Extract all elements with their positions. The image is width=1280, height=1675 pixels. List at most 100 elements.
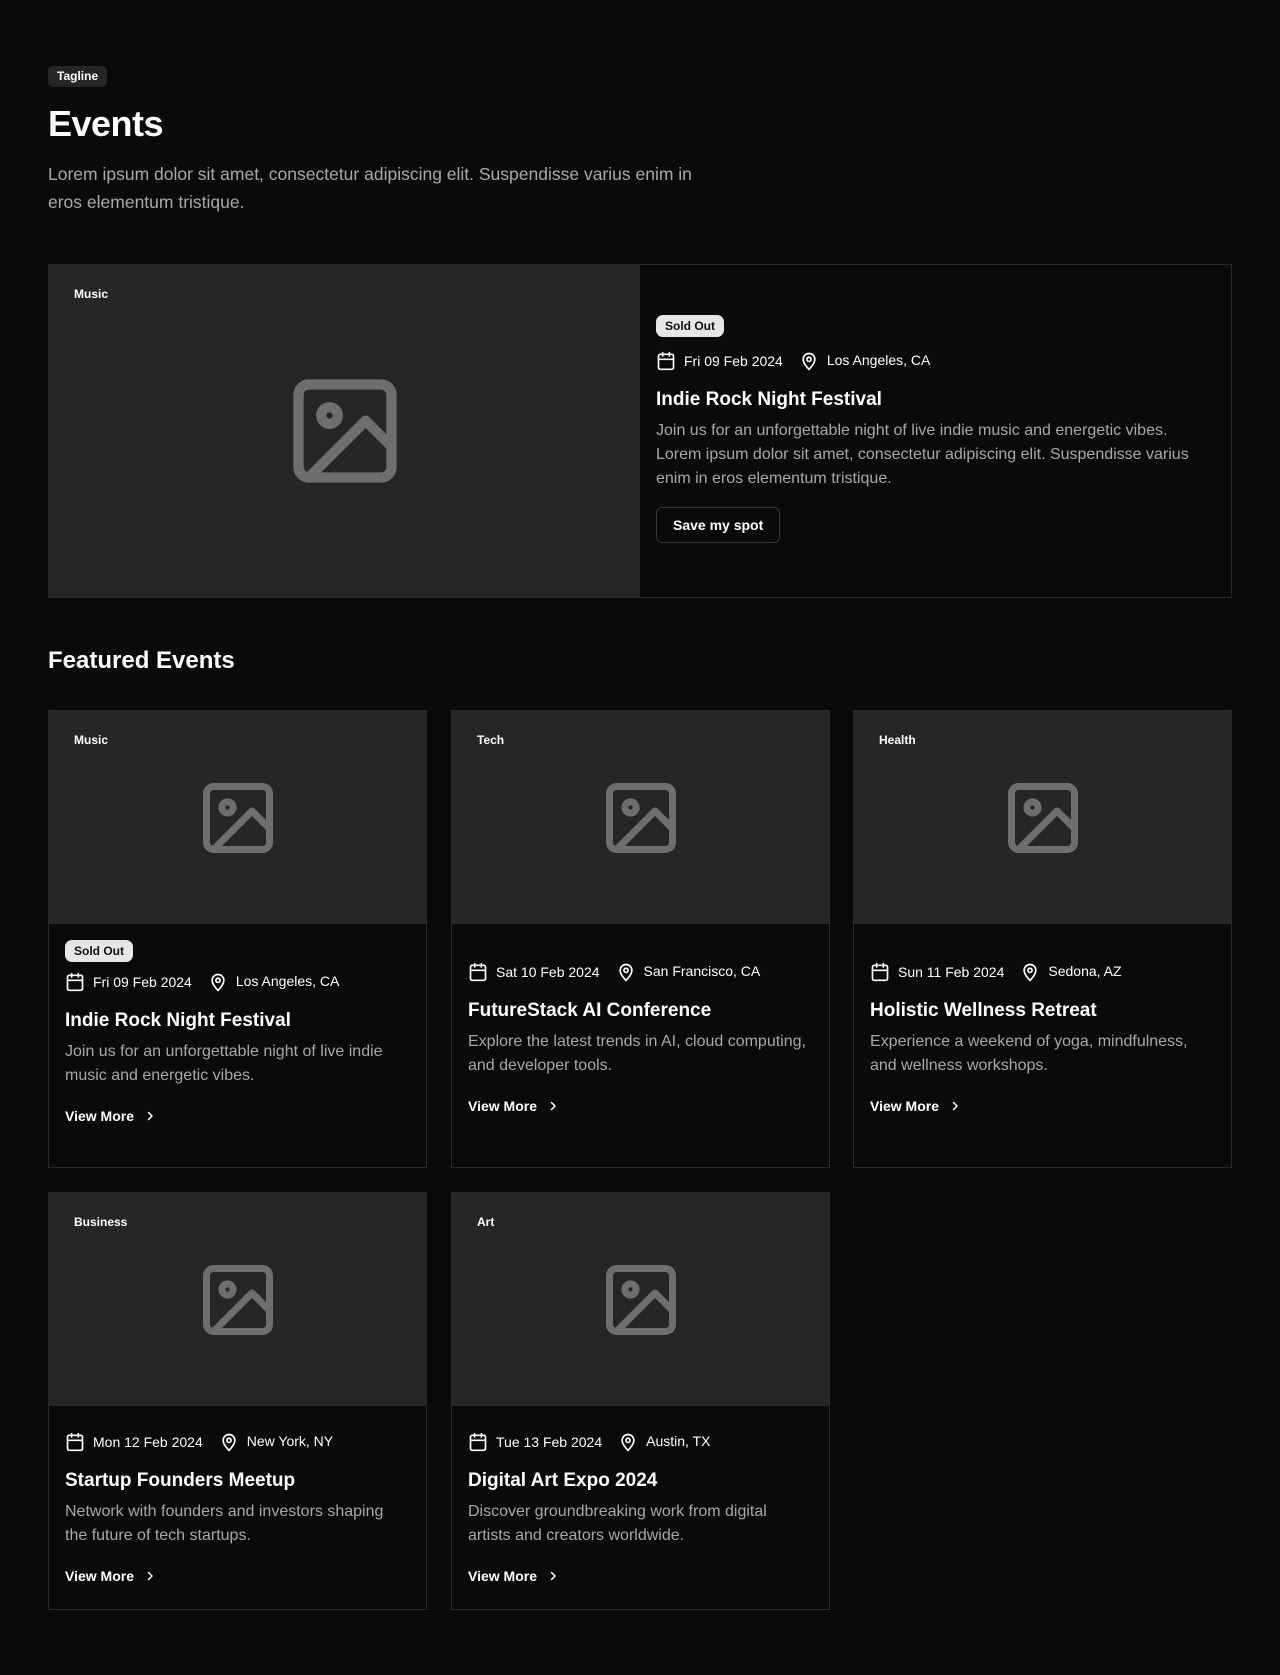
event-date: Fri 09 Feb 2024 xyxy=(656,351,783,371)
event-date: Sun 11 Feb 2024 xyxy=(870,962,1004,982)
chevron-right-icon xyxy=(550,1101,556,1111)
event-description: Join us for an unforgettable night of li… xyxy=(656,422,1189,487)
event-date-text: Tue 13 Feb 2024 xyxy=(496,1434,603,1450)
event-card: Music Sold Out Fri 09 Feb 2024 Los Angel… xyxy=(48,710,427,1168)
map-pin-icon xyxy=(211,973,225,992)
chevron-right-icon xyxy=(147,1111,153,1121)
view-more-label: View More xyxy=(65,1108,134,1124)
event-date: Sat 10 Feb 2024 xyxy=(468,962,600,982)
event-location: San Francisco, CA xyxy=(616,962,761,982)
event-location: Los Angeles, CA xyxy=(208,972,340,992)
category-label: Health xyxy=(879,733,916,747)
chevron-right-icon xyxy=(952,1101,958,1111)
page-title: Events xyxy=(48,103,164,144)
event-meta: Tue 13 Feb 2024 Austin, TX xyxy=(468,1430,813,1454)
event-card-image: Business xyxy=(49,1193,426,1406)
event-card-body: Tue 13 Feb 2024 Austin, TX Digital Art E… xyxy=(452,1406,829,1610)
chevron-right-icon xyxy=(147,1571,153,1581)
category-label: Music xyxy=(74,287,109,301)
event-card-image: Art xyxy=(452,1193,829,1406)
event-card-body: Mon 12 Feb 2024 New York, NY Startup Fou… xyxy=(49,1406,426,1610)
event-card-body: Sun 11 Feb 2024 Sedona, AZ Holistic Well… xyxy=(854,924,1231,1140)
event-meta: Fri 09 Feb 2024 Los Angeles, CA xyxy=(656,349,1215,373)
event-location: New York, NY xyxy=(219,1432,333,1452)
event-date-text: Fri 09 Feb 2024 xyxy=(684,353,783,369)
event-location-text: San Francisco, CA xyxy=(643,962,761,979)
category-label: Music xyxy=(74,733,109,747)
view-more-link[interactable]: View More xyxy=(65,1108,156,1124)
event-date-text: Sat 10 Feb 2024 xyxy=(496,964,600,980)
event-title: Digital Art Expo 2024 xyxy=(468,1470,658,1491)
chevron-right-icon xyxy=(550,1571,556,1581)
event-card: Tech Sat 10 Feb 2024 San Francisco, CA F… xyxy=(451,710,830,1168)
calendar-icon xyxy=(871,962,889,982)
calendar-icon xyxy=(66,1432,84,1452)
event-location: Sedona, AZ xyxy=(1020,962,1122,982)
page-description: Lorem ipsum dolor sit amet, consectetur … xyxy=(48,164,692,212)
view-more-label: View More xyxy=(468,1098,537,1114)
image-placeholder-icon xyxy=(202,782,273,853)
view-more-link[interactable]: View More xyxy=(870,1098,961,1114)
event-location: Los Angeles, CA xyxy=(799,351,931,371)
event-card: Business Mon 12 Feb 2024 New York, NY St… xyxy=(48,1192,427,1610)
event-date: Tue 13 Feb 2024 xyxy=(468,1432,602,1452)
event-date: Fri 09 Feb 2024 xyxy=(65,972,192,992)
event-meta: Fri 09 Feb 2024 Los Angeles, CA xyxy=(65,970,410,994)
sold-out-badge: Sold Out xyxy=(656,315,724,337)
event-description: Explore the latest trends in AI, cloud c… xyxy=(468,1033,806,1074)
image-placeholder-icon xyxy=(292,379,397,483)
event-meta: Sun 11 Feb 2024 Sedona, AZ xyxy=(870,960,1215,984)
event-title: FutureStack AI Conference xyxy=(468,1000,712,1021)
hero-event-card: Music Sold Out Fri 09 Feb 2024 Los Angel… xyxy=(48,264,1232,598)
event-location-text: Los Angeles, CA xyxy=(826,351,931,368)
view-more-label: View More xyxy=(870,1098,939,1114)
image-placeholder-icon xyxy=(605,782,676,853)
hero-event-image: Music xyxy=(49,265,640,597)
map-pin-icon xyxy=(1023,963,1038,982)
event-date: Mon 12 Feb 2024 xyxy=(65,1432,203,1452)
event-title: Holistic Wellness Retreat xyxy=(870,1000,1097,1021)
event-card-body: Sat 10 Feb 2024 San Francisco, CA Future… xyxy=(452,924,829,1140)
event-card: Health Sun 11 Feb 2024 Sedona, AZ Holist… xyxy=(853,710,1232,1168)
event-description: Join us for an unforgettable night of li… xyxy=(65,1043,383,1084)
category-label: Business xyxy=(74,1215,128,1229)
event-location-text: Austin, TX xyxy=(646,1432,711,1449)
view-more-label: View More xyxy=(65,1568,134,1584)
event-title: Startup Founders Meetup xyxy=(65,1470,296,1491)
save-my-spot-button[interactable]: Save my spot xyxy=(656,507,781,543)
event-location: Austin, TX xyxy=(618,1432,710,1452)
event-meta: Mon 12 Feb 2024 New York, NY xyxy=(65,1430,410,1454)
events-page: Tagline Events Lorem ipsum dolor sit ame… xyxy=(0,0,1280,1675)
map-pin-icon xyxy=(802,352,816,371)
event-card: Art Tue 13 Feb 2024 Austin, TX Digital A… xyxy=(451,1192,830,1610)
view-more-label: View More xyxy=(468,1568,537,1584)
category-label: Tech xyxy=(477,733,505,747)
event-description: Discover groundbreaking work from digita… xyxy=(468,1503,767,1544)
event-date-text: Fri 09 Feb 2024 xyxy=(93,974,192,990)
event-card-body: Sold Out Fri 09 Feb 2024 Los Angeles, CA… xyxy=(49,924,426,1150)
event-card-image: Music xyxy=(49,711,426,924)
event-date-text: Mon 12 Feb 2024 xyxy=(93,1434,203,1450)
view-more-link[interactable]: View More xyxy=(468,1098,559,1114)
calendar-icon xyxy=(469,962,487,982)
event-title: Indie Rock Night Festival xyxy=(656,389,882,410)
event-card-image: Health xyxy=(854,711,1231,924)
map-pin-icon xyxy=(222,1433,236,1452)
featured-events-heading: Featured Events xyxy=(48,647,235,674)
image-placeholder-icon xyxy=(605,1264,676,1335)
category-label: Art xyxy=(477,1215,495,1229)
sold-out-badge: Sold Out xyxy=(65,940,133,962)
view-more-link[interactable]: View More xyxy=(468,1568,559,1584)
map-pin-icon xyxy=(621,1433,635,1452)
event-location-text: Sedona, AZ xyxy=(1048,962,1122,979)
calendar-icon xyxy=(657,351,675,371)
calendar-icon xyxy=(469,1432,487,1452)
event-date-text: Sun 11 Feb 2024 xyxy=(898,964,1005,980)
event-meta: Sat 10 Feb 2024 San Francisco, CA xyxy=(468,960,813,984)
image-placeholder-icon xyxy=(202,1264,273,1335)
calendar-icon xyxy=(66,972,84,992)
event-description: Experience a weekend of yoga, mindfulnes… xyxy=(870,1033,1188,1074)
event-location-text: Los Angeles, CA xyxy=(235,972,340,989)
view-more-link[interactable]: View More xyxy=(65,1568,156,1584)
map-pin-icon xyxy=(618,963,633,982)
